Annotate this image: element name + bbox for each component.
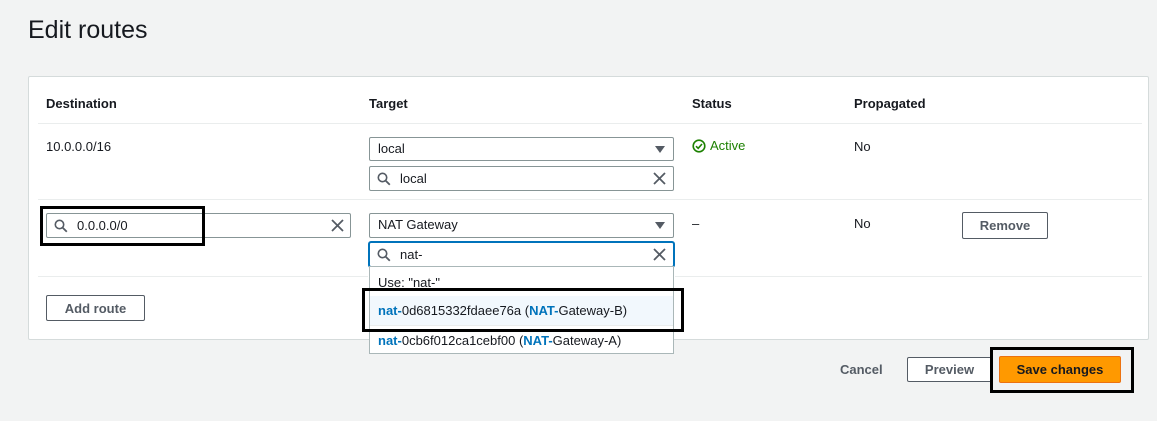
row-divider	[38, 199, 1142, 200]
status-text: Active	[710, 138, 746, 153]
column-header-target: Target	[369, 96, 408, 111]
page-title: Edit routes	[28, 16, 148, 44]
target-search-value: nat-	[400, 247, 423, 262]
target-search-value: local	[400, 171, 427, 186]
preview-button[interactable]: Preview	[907, 357, 992, 382]
chevron-down-icon	[655, 146, 665, 153]
target-search-input[interactable]: nat-	[369, 242, 674, 267]
check-circle-icon	[692, 138, 706, 153]
header-divider	[38, 123, 1142, 124]
target-type-value: NAT Gateway	[378, 217, 458, 232]
search-icon	[54, 219, 68, 233]
cancel-button[interactable]: Cancel	[840, 362, 883, 377]
row-divider	[675, 276, 1142, 277]
destination-input[interactable]: 0.0.0.0/0	[46, 213, 351, 238]
row-divider	[38, 276, 368, 277]
remove-button[interactable]: Remove	[962, 212, 1048, 239]
chevron-down-icon	[655, 222, 665, 229]
target-search-input[interactable]: local	[369, 166, 674, 191]
destination-input-value: 0.0.0.0/0	[77, 218, 128, 233]
save-changes-button[interactable]: Save changes	[999, 356, 1121, 383]
route-destination: 10.0.0.0/16	[46, 139, 112, 154]
target-type-value: local	[378, 141, 405, 156]
dropdown-option[interactable]: nat-0d6815332fdaee76a (NAT-Gateway-B)	[370, 296, 673, 325]
route-propagated: No	[854, 216, 871, 231]
dropdown-option[interactable]: nat-0cb6f012ca1cebf00 (NAT-Gateway-A)	[370, 325, 673, 354]
target-type-select[interactable]: NAT Gateway	[369, 213, 674, 238]
dropdown-option-use[interactable]: Use: "nat-"	[370, 275, 673, 290]
close-icon[interactable]	[331, 219, 344, 232]
column-header-destination: Destination	[46, 96, 117, 111]
search-icon	[377, 172, 391, 186]
close-icon[interactable]	[653, 248, 666, 261]
close-icon[interactable]	[653, 172, 666, 185]
target-dropdown-list: Use: "nat-" nat-0d6815332fdaee76a (NAT-G…	[369, 266, 674, 354]
search-icon	[377, 248, 391, 262]
route-propagated: No	[854, 139, 871, 154]
status-badge: Active	[692, 138, 745, 153]
route-status: –	[692, 216, 700, 231]
target-type-select[interactable]: local	[369, 137, 674, 161]
column-header-status: Status	[692, 96, 732, 111]
column-header-propagated: Propagated	[854, 96, 926, 111]
add-route-button[interactable]: Add route	[46, 295, 145, 321]
